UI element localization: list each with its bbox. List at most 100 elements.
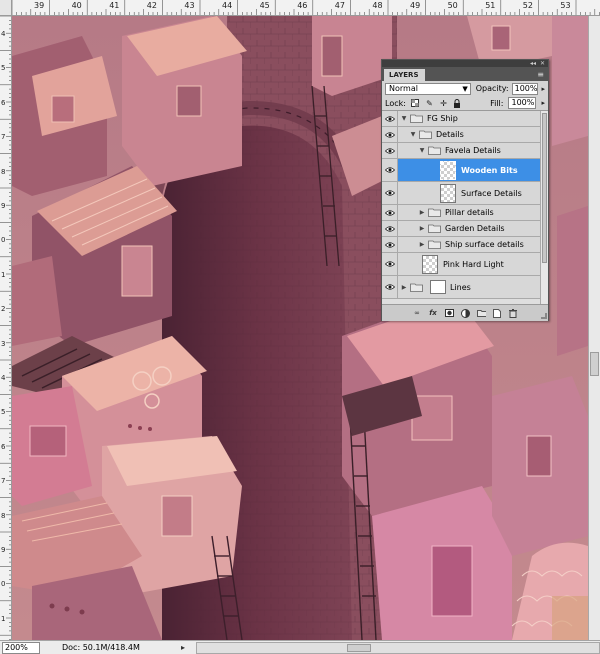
ruler-number: 2: [1, 305, 6, 314]
layer-row-details[interactable]: ▼ Details: [382, 127, 548, 143]
ruler-number: 7: [1, 133, 6, 142]
opacity-slider-arrow-icon[interactable]: ▸: [541, 85, 545, 93]
ruler-number: 1: [1, 614, 6, 623]
lock-label: Lock:: [385, 98, 406, 108]
visibility-eye-icon[interactable]: [382, 253, 398, 275]
fx-icon[interactable]: fx: [429, 309, 438, 318]
visibility-eye-icon[interactable]: [382, 221, 398, 236]
add-mask-icon[interactable]: [444, 309, 454, 318]
horizontal-scrollbar[interactable]: [196, 641, 600, 654]
ruler-number: 0: [1, 236, 6, 245]
fill-field[interactable]: 100%: [508, 97, 537, 109]
link-layers-icon[interactable]: ∞: [413, 309, 422, 318]
fill-slider-arrow-icon[interactable]: ▸: [541, 99, 545, 107]
layer-name[interactable]: FG Ship: [427, 114, 458, 123]
visibility-eye-icon[interactable]: [382, 237, 398, 252]
ruler-number: 50: [447, 1, 458, 10]
vertical-scrollbar[interactable]: [588, 16, 600, 640]
layer-row-wooden-bits[interactable]: Wooden Bits: [382, 159, 548, 182]
ruler-number: 6: [1, 442, 6, 451]
layer-name[interactable]: Lines: [450, 283, 471, 292]
visibility-eye-icon[interactable]: [382, 205, 398, 220]
ruler-number: 42: [146, 1, 157, 10]
layer-thumbnail[interactable]: [440, 183, 456, 203]
ruler-number: 9: [1, 546, 6, 554]
visibility-eye-icon[interactable]: [382, 159, 398, 181]
horizontal-ruler[interactable]: 39 40 41 42 43 44 45 46 47 48 49 50 51 52 53: [0, 0, 600, 16]
layer-row-garden-details[interactable]: ▶ Garden Details: [382, 221, 548, 237]
layers-panel[interactable]: ◂◂ ✕ LAYERS ≡ Normal ▼ Opacity: 100% ▸ L…: [381, 59, 549, 321]
layer-name[interactable]: Ship surface details: [445, 240, 524, 249]
lock-position-move-icon[interactable]: ✛: [439, 99, 448, 108]
ruler-number: 45: [259, 1, 270, 10]
layers-list[interactable]: ▼ FG Ship ▼ Details ▼ Favela Details Wooden Bi…: [382, 111, 548, 304]
layers-list-scroll-thumb[interactable]: [542, 113, 547, 263]
visibility-eye-icon[interactable]: [382, 111, 398, 126]
expand-triangle-open-icon[interactable]: ▼: [418, 147, 426, 154]
layer-row-ship-surface-details[interactable]: ▶ Ship surface details: [382, 237, 548, 253]
layer-row-surface-details[interactable]: Surface Details: [382, 182, 548, 205]
new-group-folder-icon[interactable]: [476, 309, 486, 318]
ruler-number: 9: [1, 202, 6, 210]
visibility-eye-icon[interactable]: [382, 127, 398, 142]
chevron-down-icon: ▼: [462, 84, 468, 93]
layer-mask-thumbnail[interactable]: [430, 280, 446, 294]
status-menu-arrow-icon[interactable]: ▸: [178, 643, 188, 652]
expand-triangle-closed-icon[interactable]: ▶: [418, 225, 426, 232]
layer-name[interactable]: Pillar details: [445, 208, 494, 217]
trash-icon[interactable]: [509, 308, 518, 318]
visibility-eye-icon[interactable]: [382, 276, 398, 298]
tab-layers[interactable]: LAYERS: [384, 69, 425, 81]
ruler-number: 4: [1, 374, 6, 382]
folder-icon: [408, 114, 427, 123]
adjustment-layer-icon[interactable]: [460, 308, 470, 318]
layer-row-favela-details[interactable]: ▼ Favela Details: [382, 143, 548, 159]
folder-icon: [426, 146, 445, 155]
layer-name[interactable]: Wooden Bits: [461, 166, 518, 175]
expand-triangle-open-icon[interactable]: ▼: [409, 131, 417, 138]
lock-transparency-icon[interactable]: [411, 99, 420, 108]
panel-menu-icon[interactable]: ≡: [537, 69, 548, 81]
opacity-field[interactable]: 100%: [511, 82, 539, 95]
layer-name[interactable]: Pink Hard Light: [443, 260, 504, 269]
layer-thumbnail[interactable]: [422, 254, 438, 274]
ruler-number: 48: [372, 1, 383, 10]
layer-row-pink-hard-light[interactable]: Pink Hard Light: [382, 253, 548, 276]
lock-pixels-brush-icon[interactable]: ✎: [425, 99, 434, 108]
lock-all-padlock-icon[interactable]: [453, 98, 462, 108]
expand-triangle-closed-icon[interactable]: ▶: [418, 209, 426, 216]
ruler-number: 6: [1, 98, 6, 107]
close-panel-icon[interactable]: ✕: [540, 60, 545, 67]
ruler-origin[interactable]: [0, 0, 12, 16]
expand-triangle-closed-icon[interactable]: ▶: [418, 241, 426, 248]
expand-triangle-open-icon[interactable]: ▼: [400, 115, 408, 122]
folder-icon: [426, 240, 445, 249]
layer-name[interactable]: Garden Details: [445, 224, 505, 233]
visibility-eye-icon[interactable]: [382, 143, 398, 158]
new-layer-icon[interactable]: [493, 308, 502, 318]
document-size-info: Doc: 50.1M/418.4M: [62, 642, 140, 652]
layer-name[interactable]: Favela Details: [445, 146, 501, 155]
zoom-level-field[interactable]: 200%: [2, 641, 40, 654]
vertical-scroll-thumb[interactable]: [590, 352, 599, 376]
layer-row-fg-ship[interactable]: ▼ FG Ship: [382, 111, 548, 127]
layer-thumbnail[interactable]: [440, 160, 456, 180]
layer-name[interactable]: Surface Details: [461, 189, 522, 198]
layer-name[interactable]: Details: [436, 130, 464, 139]
expand-triangle-closed-icon[interactable]: ▶: [400, 284, 408, 291]
blend-mode-select[interactable]: Normal ▼: [385, 82, 471, 95]
layer-row-lines[interactable]: ▶ Lines: [382, 276, 548, 299]
layers-list-scrollbar[interactable]: [540, 111, 548, 304]
panel-resize-grip[interactable]: [541, 313, 547, 319]
ruler-number: 43: [184, 1, 195, 10]
collapse-panel-icon[interactable]: ◂◂: [530, 60, 536, 67]
ruler-number: 39: [34, 1, 45, 10]
horizontal-scroll-thumb[interactable]: [347, 643, 371, 652]
vertical-ruler[interactable]: 4 5 6 7 8 9 0 1 2 3 4 5 6 7 8 9 0 1: [0, 16, 12, 640]
visibility-eye-icon[interactable]: [382, 182, 398, 204]
folder-icon: [408, 283, 427, 292]
blend-controls-row: Normal ▼ Opacity: 100% ▸: [382, 81, 548, 96]
layer-row-pillar-details[interactable]: ▶ Pillar details: [382, 205, 548, 221]
folder-icon: [426, 208, 445, 217]
panel-titlebar[interactable]: ◂◂ ✕: [382, 60, 548, 67]
